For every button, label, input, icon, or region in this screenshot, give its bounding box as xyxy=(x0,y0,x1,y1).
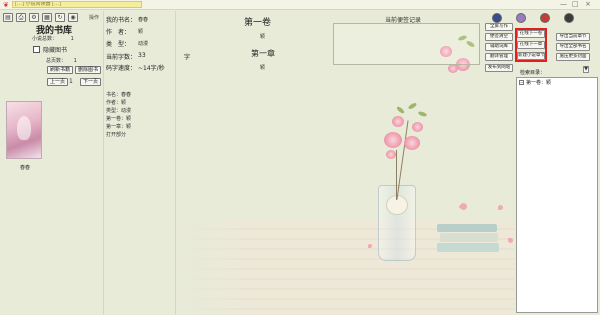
meta-line: 书名：春春 xyxy=(106,92,132,98)
flower-decoration xyxy=(392,116,404,127)
delete-book-button[interactable]: 删除图书 xyxy=(75,66,102,74)
book-info-panel: 我的书名： 春春 作 者： 颖 类 型： 动漫 当前字数： 33 字 码字速度：… xyxy=(106,11,190,315)
settings-icon[interactable]: ⚙ xyxy=(29,13,39,22)
chapter-tree[interactable]: − 第一卷：颖 xyxy=(516,77,598,313)
window-title: […] 小说阅读器 […] xyxy=(12,1,142,8)
meta-line: 作者：颖 xyxy=(106,100,127,106)
theme-blue-icon[interactable] xyxy=(492,13,502,23)
export-chapter-button[interactable]: 导出当前章节 xyxy=(556,33,590,41)
chapter-title: 第一章 xyxy=(251,49,275,58)
export-all-titles-button[interactable]: 导出全部书名 xyxy=(556,43,590,51)
petal-decoration xyxy=(508,238,513,243)
speed-label: 码字速度： xyxy=(106,65,137,72)
leaf-decoration xyxy=(395,105,406,115)
action-label[interactable]: 操作 xyxy=(89,14,99,21)
lookup-label: 检索目录： xyxy=(520,70,546,76)
clear-bookmark-button[interactable]: 便签清空 xyxy=(485,33,513,41)
flower-decoration xyxy=(386,150,396,159)
leaf-decoration xyxy=(417,110,428,118)
book-name-label: 我的书名： xyxy=(106,17,137,24)
type-label: 类 型： xyxy=(106,41,131,48)
word-unit: 字 xyxy=(184,54,191,61)
chapter-subtitle: 颖 xyxy=(260,65,266,71)
hide-books-row[interactable]: 隐藏图书 xyxy=(33,45,67,54)
meta-line: 第一章：颖 xyxy=(106,124,132,130)
total-pages-row: 总页数： 1 xyxy=(46,57,77,64)
volume-title: 第一卷 xyxy=(244,18,272,28)
word-count-label: 当前字数： xyxy=(106,54,137,61)
refresh-icon[interactable]: ↻ xyxy=(55,13,65,22)
page-number: 1 xyxy=(69,78,73,85)
speed-value: ~14字/秒 xyxy=(138,65,165,72)
flower-decoration xyxy=(448,64,458,73)
chapter-tree-item-label[interactable]: 第一卷：颖 xyxy=(526,80,551,86)
refresh-books-button[interactable]: 刷新书籍 xyxy=(47,66,74,74)
total-pages-value: 1 xyxy=(73,58,77,64)
printer-icon[interactable]: ⎙ xyxy=(16,13,26,22)
novel-count-row: 小说总数： 1 xyxy=(32,35,74,42)
volume-subtitle: 颖 xyxy=(260,34,266,40)
book-meta-list: 书名：春春 作者：颖 类型：动漫 第一卷：颖 第一章：颖 打开部分 xyxy=(106,91,131,139)
word-count-value: 33 xyxy=(138,52,146,59)
book-name-value: 春春 xyxy=(138,17,149,23)
prev-page-button[interactable]: 上一页 xyxy=(47,78,69,86)
library-panel: ▤ ⎙ ⚙ ▦ ↻ ◉ 操作 我的书库 小说总数： 1 隐藏图书 总页数： 1 … xyxy=(0,11,104,315)
chapter-tree-item[interactable]: − 第一卷：颖 xyxy=(519,79,551,86)
author-value: 颖 xyxy=(138,29,144,35)
theme-red-icon[interactable] xyxy=(540,13,550,23)
word-library-button[interactable]: 辅助词库 xyxy=(485,43,513,51)
novel-count-value: 1 xyxy=(70,36,74,42)
maximize-button[interactable]: □ xyxy=(572,0,579,8)
book-cover[interactable] xyxy=(6,101,42,159)
record-icon[interactable]: ◉ xyxy=(68,13,78,22)
hide-books-label[interactable]: 隐藏图书 xyxy=(43,47,67,54)
close-button[interactable]: × xyxy=(585,0,591,8)
publish-button[interactable]: 发布到网站 xyxy=(485,64,513,72)
petal-decoration xyxy=(498,205,503,210)
meta-line: 类型：动漫 xyxy=(106,108,132,114)
flower-decoration xyxy=(384,132,402,148)
theme-dark-icon[interactable] xyxy=(564,13,574,23)
book-stack-decoration xyxy=(437,224,499,252)
open-book-icon[interactable]: ▤ xyxy=(3,13,13,22)
petal-decoration xyxy=(458,201,469,212)
scroll-down-button[interactable]: ▼ xyxy=(583,66,589,73)
total-pages-label: 总页数： xyxy=(46,58,67,64)
collapse-icon[interactable]: − xyxy=(519,80,524,85)
petal-decoration xyxy=(368,244,372,248)
meta-line: 第一卷：颖 xyxy=(106,116,132,122)
translate-manager-button[interactable]: 翻译管理 xyxy=(485,53,513,61)
author-label: 作 者： xyxy=(106,29,131,36)
highlight-box xyxy=(515,28,547,62)
theme-purple-icon[interactable] xyxy=(516,13,526,23)
flower-decoration xyxy=(412,122,423,132)
type-value: 动漫 xyxy=(138,41,149,47)
fullscreen-write-button[interactable]: 全屏写作 xyxy=(485,23,513,31)
app-logo-icon: ❦ xyxy=(3,1,9,9)
next-page-button[interactable]: 下一页 xyxy=(80,78,102,86)
title-bar: ❦ […] 小说阅读器 […] — □ × xyxy=(0,0,600,10)
minimize-button[interactable]: — xyxy=(560,0,567,8)
grid-icon[interactable]: ▦ xyxy=(42,13,52,22)
more-covers-button[interactable]: 施压更多封面 xyxy=(556,53,590,61)
book-cover-title[interactable]: 春春 xyxy=(20,164,30,171)
meta-line: 打开部分 xyxy=(106,132,127,138)
flower-decoration xyxy=(404,136,420,150)
leaf-decoration xyxy=(407,102,418,110)
toolbar: ▤ ⎙ ⚙ ▦ ↻ ◉ xyxy=(3,13,78,22)
hide-books-checkbox[interactable] xyxy=(33,46,40,53)
novel-count-label: 小说总数： xyxy=(32,36,58,42)
bookmark-box[interactable] xyxy=(333,23,480,65)
